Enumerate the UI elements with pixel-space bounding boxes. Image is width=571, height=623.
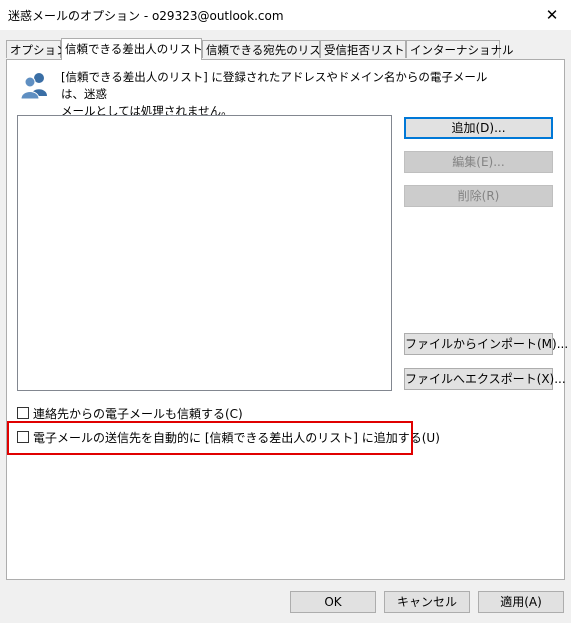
- tab-panel: [信頼できる差出人のリスト] に登録されたアドレスやドメイン名からの電子メールは…: [6, 59, 568, 580]
- auto-add-recipients-checkbox[interactable]: 電子メールの送信先を自動的に [信頼できる差出人のリスト] に追加する(U): [17, 429, 440, 445]
- info-text: [信頼できる差出人のリスト] に登録されたアドレスやドメイン名からの電子メールは…: [61, 69, 501, 120]
- tab-options[interactable]: オプション: [6, 40, 68, 58]
- remove-button[interactable]: 削除(R): [404, 185, 553, 207]
- apply-button[interactable]: 適用(A): [478, 591, 564, 613]
- tab-safe-senders[interactable]: 信頼できる差出人のリスト: [61, 38, 203, 60]
- close-icon[interactable]: ✕: [533, 0, 571, 30]
- people-icon: [20, 73, 47, 100]
- edit-button[interactable]: 編集(E)...: [404, 151, 553, 173]
- info-text-line-1: [信頼できる差出人のリスト] に登録されたアドレスやドメイン名からの電子メールは…: [61, 70, 488, 101]
- cancel-button[interactable]: キャンセル: [384, 591, 470, 613]
- checkbox-box[interactable]: [17, 407, 29, 419]
- tab-safe-recipients[interactable]: 信頼できる宛先のリスト: [202, 40, 332, 58]
- safe-senders-list[interactable]: [17, 115, 392, 391]
- auto-add-recipients-label: 電子メールの送信先を自動的に [信頼できる差出人のリスト] に追加する(U): [33, 430, 440, 445]
- tab-blocked-senders[interactable]: 受信拒否リスト: [320, 40, 406, 58]
- trust-contacts-checkbox[interactable]: 連絡先からの電子メールも信頼する(C): [17, 405, 243, 421]
- add-button[interactable]: 追加(D)...: [404, 117, 553, 139]
- trust-contacts-label: 連絡先からの電子メールも信頼する(C): [33, 406, 243, 421]
- window-title: 迷惑メールのオプション - o29323@outlook.com: [8, 9, 284, 23]
- export-to-file-button[interactable]: ファイルへエクスポート(X)...: [404, 368, 566, 390]
- title-bar: 迷惑メールのオプション - o29323@outlook.com ✕: [0, 0, 571, 30]
- ok-button[interactable]: OK: [290, 591, 376, 613]
- tab-international[interactable]: インターナショナル: [406, 40, 514, 58]
- checkbox-box[interactable]: [17, 431, 29, 443]
- import-from-file-button[interactable]: ファイルからインポート(M)...: [404, 333, 568, 355]
